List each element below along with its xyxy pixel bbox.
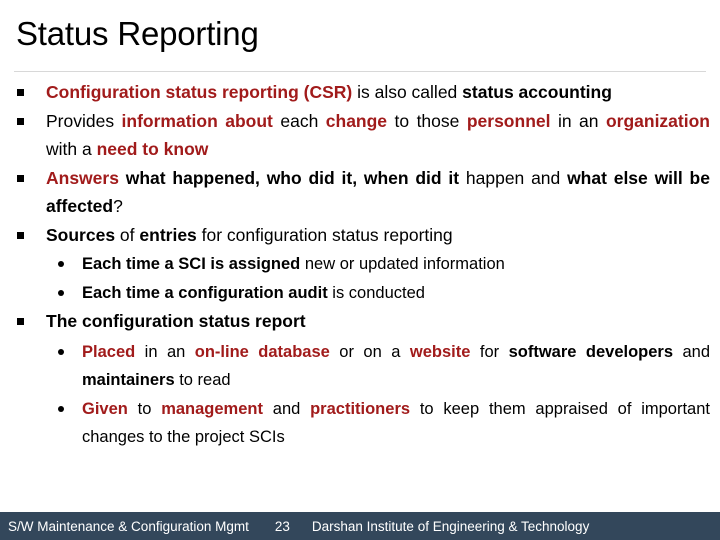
text-run: ? [113, 196, 123, 216]
slide-footer: S/W Maintenance & Configuration Mgmt 23 … [0, 512, 720, 540]
text-run: practitioners [310, 399, 411, 418]
text-run: for configuration status reporting [196, 224, 453, 245]
bullet-text: Each time a configuration audit is condu… [82, 279, 710, 307]
square-bullet-icon [17, 117, 24, 125]
bullet-text: Sources of entries for configuration sta… [46, 221, 710, 250]
text-run: and [262, 399, 311, 418]
title-divider [14, 71, 706, 72]
page-title: Status Reporting [16, 15, 259, 52]
text-run: The configuration status report [46, 311, 306, 331]
text-run: happen and [459, 167, 568, 188]
bullet-item: Configuration status reporting (CSR) is … [14, 78, 710, 107]
dot-bullet-icon [58, 261, 64, 267]
text-run: to read [174, 370, 231, 389]
text-run: website [409, 342, 471, 361]
text-run: in an [550, 110, 606, 131]
text-run: is also called [352, 82, 463, 102]
text-run: of [115, 224, 140, 245]
text-run: software developers [508, 342, 674, 361]
text-run: to those [387, 110, 467, 131]
text-run: Placed [82, 342, 136, 361]
text-run: information about [121, 110, 273, 131]
text-run: on-line database [194, 342, 330, 361]
bullet-text: Given to management and practitioners to… [82, 395, 710, 451]
text-run: change [325, 110, 388, 131]
footer-course-title: S/W Maintenance & Configuration Mgmt [8, 518, 249, 534]
dot-bullet-icon [58, 348, 64, 355]
bullet-text: The configuration status report [46, 307, 710, 336]
square-bullet-icon [17, 231, 24, 239]
text-run: Sources [46, 224, 116, 245]
text-run: to [127, 399, 162, 418]
bullet-item: Sources of entries for configuration sta… [14, 221, 710, 250]
text-run: maintainers [82, 370, 175, 389]
text-run: Provides [46, 110, 122, 131]
bullet-text: Configuration status reporting (CSR) is … [46, 78, 710, 107]
bullet-item: Answers what happened, who did it, when … [14, 164, 710, 221]
bullet-text: Provides information about each change t… [46, 107, 710, 164]
text-run: each [272, 110, 326, 131]
sub-bullet-item: Given to management and practitioners to… [14, 395, 710, 451]
title-container: Status Reporting [0, 14, 720, 54]
text-run: and [673, 342, 710, 361]
footer-page-number: 23 [274, 518, 290, 534]
square-bullet-icon [17, 318, 24, 325]
text-run: need to know [96, 139, 209, 159]
text-run: with a [46, 139, 97, 159]
text-run: or on a [329, 342, 410, 361]
square-bullet-icon [17, 89, 24, 96]
text-run: entries [139, 224, 197, 245]
text-run: status accounting [462, 82, 612, 102]
slide: Status Reporting Configuration status re… [0, 0, 720, 540]
bullet-text: Placed in an on-line database or on a we… [82, 338, 710, 394]
dot-bullet-icon [58, 405, 64, 412]
text-run: Answers [46, 167, 119, 188]
slide-body: Configuration status reporting (CSR) is … [0, 78, 720, 451]
text-run: Each time a configuration audit [82, 284, 328, 302]
text-run: what happened, who did it, when did it [125, 167, 460, 188]
sub-bullet-item: Each time a SCI is assigned new or updat… [14, 250, 710, 278]
text-run: is conducted [327, 284, 425, 302]
bullet-text: Each time a SCI is assigned new or updat… [82, 250, 710, 278]
text-run: Configuration status reporting (CSR) [46, 82, 353, 102]
text-run: Each time a SCI is assigned [82, 255, 301, 273]
bullet-item: Provides information about each change t… [14, 107, 710, 164]
text-run: Given [82, 399, 128, 418]
bullet-text: Answers what happened, who did it, when … [46, 164, 710, 221]
bullet-item: The configuration status report [14, 307, 710, 336]
sub-bullet-item: Placed in an on-line database or on a we… [14, 338, 710, 394]
text-run: management [161, 399, 263, 418]
text-run [119, 168, 126, 188]
text-run: for [470, 342, 509, 361]
text-run: organization [605, 110, 710, 131]
dot-bullet-icon [58, 290, 64, 296]
square-bullet-icon [17, 174, 24, 182]
text-run: personnel [466, 110, 551, 131]
footer-institute-name: Darshan Institute of Engineering & Techn… [311, 518, 590, 534]
text-run: new or updated information [300, 255, 505, 273]
text-run: in an [135, 342, 195, 361]
sub-bullet-item: Each time a configuration audit is condu… [14, 279, 710, 307]
